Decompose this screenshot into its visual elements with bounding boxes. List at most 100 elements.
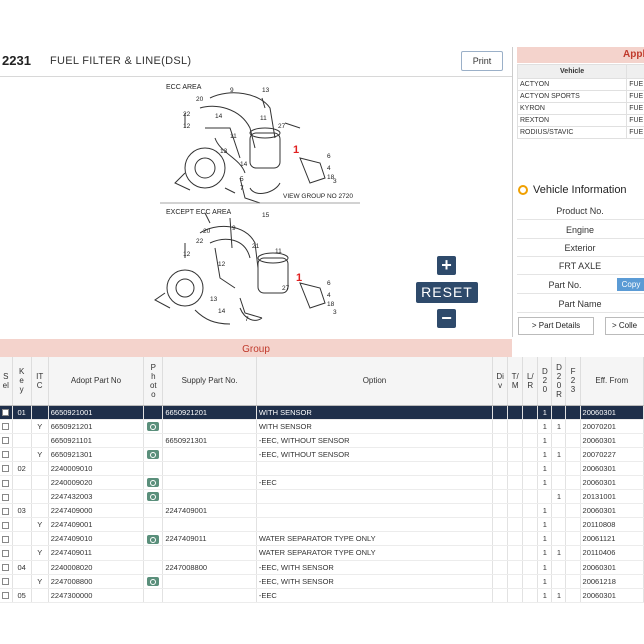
photo-cell bbox=[143, 531, 164, 547]
eff-from-cell: 20070227 bbox=[580, 447, 644, 462]
svg-text:14: 14 bbox=[215, 113, 223, 120]
row-checkbox[interactable] bbox=[2, 521, 10, 529]
print-button[interactable]: Print bbox=[461, 51, 503, 71]
adopt-part-no-cell: 2247409010 bbox=[48, 531, 145, 547]
table-row[interactable]: 03 2247409000 2247409001 1 20060301 bbox=[0, 503, 644, 519]
d20r-cell bbox=[551, 433, 567, 448]
photo-camera-icon[interactable] bbox=[147, 534, 160, 544]
row-checkbox[interactable] bbox=[2, 507, 10, 515]
eff-from-cell: 20061121 bbox=[580, 531, 644, 547]
application-row[interactable]: KYRON FUE bbox=[516, 102, 644, 115]
col-supply-part-no[interactable]: Supply Part No. bbox=[162, 357, 257, 406]
zoom-in-button[interactable]: + bbox=[437, 256, 456, 275]
zoom-out-button[interactable]: − bbox=[437, 309, 456, 328]
callout-1-top: 1 bbox=[293, 144, 299, 156]
lr-cell bbox=[522, 447, 539, 462]
row-checkbox[interactable] bbox=[2, 479, 10, 487]
div-cell bbox=[492, 545, 509, 561]
row-checkbox[interactable] bbox=[2, 564, 10, 572]
key-cell bbox=[12, 475, 32, 491]
d20-cell: 1 bbox=[537, 588, 553, 603]
photo-camera-icon[interactable] bbox=[147, 492, 160, 502]
application-row[interactable]: RODIUS/STAVIC FUE bbox=[516, 126, 644, 139]
vehicle-info-part-no: Part No. Copy bbox=[517, 276, 644, 294]
adopt-part-no-cell: 2240009020 bbox=[48, 475, 145, 491]
table-row[interactable]: 04 2240008020 2247008800 -EEC, WITH SENSOR 1… bbox=[0, 560, 644, 575]
itc-cell bbox=[31, 588, 49, 603]
d20r-cell bbox=[551, 574, 567, 589]
key-cell bbox=[12, 433, 32, 448]
photo-cell bbox=[143, 405, 164, 420]
col-option[interactable]: Option bbox=[256, 357, 494, 406]
photo-camera-icon[interactable] bbox=[147, 421, 160, 431]
adopt-part-no-cell: 6650921301 bbox=[48, 447, 145, 462]
table-row[interactable]: 01 6650921001 6650921201 WITH SENSOR 1 200603… bbox=[0, 405, 644, 420]
table-row[interactable]: Y 2247409001 1 20110808 bbox=[0, 517, 644, 533]
supply-part-no-cell: 2247409001 bbox=[162, 503, 257, 519]
table-row[interactable]: 2240009020 -EEC 1 20060301 bbox=[0, 475, 644, 491]
row-checkbox[interactable] bbox=[2, 451, 10, 459]
d20-cell: 1 bbox=[537, 461, 553, 476]
table-row[interactable]: 02 2240009010 1 20060301 bbox=[0, 461, 644, 476]
key-cell bbox=[12, 531, 32, 547]
table-row[interactable]: Y 6650921301 -EEC, WITHOUT SENSOR 1 1 2007022… bbox=[0, 447, 644, 462]
f23-cell bbox=[565, 433, 581, 448]
adopt-part-no-cell: 6650921101 bbox=[48, 433, 145, 448]
eff-from-cell: 20060301 bbox=[580, 433, 644, 448]
supply-part-no-cell bbox=[162, 461, 257, 476]
application-row[interactable]: ACTYON FUE bbox=[516, 78, 644, 91]
photo-camera-icon[interactable] bbox=[147, 576, 160, 586]
svg-text:13: 13 bbox=[220, 148, 228, 155]
row-checkbox[interactable] bbox=[2, 578, 10, 586]
div-cell bbox=[492, 489, 509, 505]
table-row[interactable]: Y 2247409011 WATER SEPARATOR TYPE ONLY 1 1 20… bbox=[0, 545, 644, 561]
table-row[interactable]: 6650921101 6650921301 -EEC, WITHOUT SENSOR… bbox=[0, 433, 644, 448]
svg-text:20: 20 bbox=[196, 96, 204, 103]
table-row[interactable]: 05 2247300000 -EEC 1 1 20060301 bbox=[0, 588, 644, 603]
supply-part-no-cell bbox=[162, 517, 257, 533]
photo-camera-icon[interactable] bbox=[147, 478, 160, 488]
table-row[interactable]: 2247432003 1 20131001 bbox=[0, 489, 644, 505]
row-checkbox[interactable] bbox=[2, 535, 10, 543]
adopt-part-no-cell: 2247409011 bbox=[48, 545, 145, 561]
row-checkbox[interactable] bbox=[2, 493, 10, 501]
reset-button[interactable]: RESET bbox=[416, 282, 478, 303]
application-row[interactable]: ACTYON SPORTS FUE bbox=[516, 90, 644, 103]
adopt-part-no-cell: 2247008800 bbox=[48, 574, 145, 589]
photo-cell bbox=[143, 517, 164, 533]
row-checkbox[interactable] bbox=[2, 592, 10, 600]
itc-cell bbox=[31, 560, 49, 575]
table-row[interactable]: Y 2247008800 -EEC, WITH SENSOR 1 20061218 bbox=[0, 574, 644, 589]
supply-part-no-cell: 6650921201 bbox=[162, 405, 257, 420]
svg-text:27: 27 bbox=[278, 123, 286, 130]
row-checkbox[interactable] bbox=[2, 437, 10, 445]
col-eff-from[interactable]: Eff. From bbox=[580, 357, 644, 406]
d20-cell: 1 bbox=[537, 419, 553, 434]
col-adopt-part-no[interactable]: Adopt Part No bbox=[48, 357, 145, 406]
itc-cell bbox=[31, 405, 49, 420]
table-row[interactable]: Y 6650921201 WITH SENSOR 1 1 20070201 bbox=[0, 419, 644, 434]
row-checkbox bbox=[0, 560, 13, 575]
row-checkbox[interactable] bbox=[2, 409, 10, 417]
table-row[interactable]: 2247409010 2247409011 WATER SEPARATOR TYPE… bbox=[0, 531, 644, 547]
photo-cell bbox=[143, 545, 164, 561]
vehicle-column-header: Vehicle bbox=[516, 64, 628, 79]
row-checkbox[interactable] bbox=[2, 423, 10, 431]
copy-button[interactable]: Copy bbox=[617, 278, 644, 291]
row-checkbox[interactable] bbox=[2, 550, 10, 557]
svg-text:6: 6 bbox=[327, 280, 331, 287]
svg-text:15: 15 bbox=[262, 212, 270, 219]
lr-cell bbox=[522, 588, 539, 603]
f23-cell bbox=[565, 461, 581, 476]
d20r-cell: 1 bbox=[551, 419, 567, 434]
option-cell: WATER SEPARATOR TYPE ONLY bbox=[256, 545, 494, 561]
collection-button[interactable]: > Colle bbox=[605, 317, 644, 335]
row-checkbox[interactable] bbox=[2, 465, 10, 473]
tm-cell bbox=[507, 574, 524, 589]
col-div: Div bbox=[492, 357, 509, 406]
tm-cell bbox=[507, 489, 524, 505]
application-row[interactable]: REXTON FUE bbox=[516, 114, 644, 127]
col-itc: ITC bbox=[31, 357, 49, 406]
photo-camera-icon[interactable] bbox=[147, 450, 160, 460]
part-details-button[interactable]: > Part Details bbox=[518, 317, 594, 335]
